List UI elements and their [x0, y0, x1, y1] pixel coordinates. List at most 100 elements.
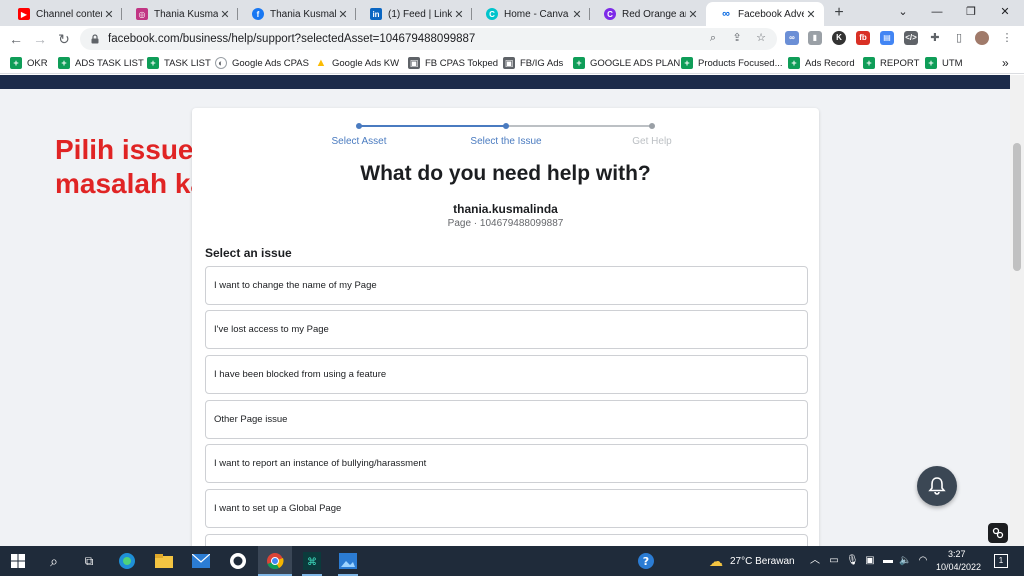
chevron-up-icon[interactable]: ︿ — [809, 555, 821, 567]
issue-option-blocked-feature[interactable]: I have been blocked from using a feature — [205, 355, 808, 394]
bookmark-google-ads-plan[interactable]: + GOOGLE ADS PLAN — [573, 56, 680, 70]
svg-text:?: ? — [643, 555, 649, 568]
windows-start-icon[interactable] — [8, 551, 28, 571]
browser-toolbar: ← → ↻ facebook.com/business/help/support… — [0, 26, 1024, 52]
microphone-icon[interactable]: 🎙 — [846, 555, 859, 567]
sheets-icon: + — [10, 57, 22, 69]
more-bookmarks-button[interactable]: » — [1002, 56, 1009, 70]
notification-center-icon[interactable]: 1 — [994, 554, 1008, 568]
bookmark-ads-task-list[interactable]: + ADS TASK LIST — [58, 56, 144, 70]
menu-dots-icon[interactable]: ⋮ — [1000, 31, 1014, 45]
battery-icon[interactable]: ▬ — [882, 555, 894, 567]
bookmark-label: Google Ads CPAS — [232, 57, 309, 69]
back-icon[interactable]: ← — [7, 30, 25, 48]
bookmark-products-focused[interactable]: + Products Focused... — [681, 56, 782, 70]
tray-app-icon[interactable]: ▭ — [828, 555, 840, 567]
clock-date[interactable]: 10/04/2022 — [936, 562, 981, 572]
reload-icon[interactable]: ↻ — [55, 30, 73, 48]
extension-k-icon[interactable]: K — [832, 31, 846, 45]
tab-canva-design[interactable]: C Red Orange and ✕ — [590, 2, 706, 26]
tab-channel-content[interactable]: ▶ Channel content ✕ — [4, 2, 122, 26]
bookmark-fb-ig-ads[interactable]: ▣ FB/IG Ads — [503, 56, 563, 70]
forward-icon[interactable]: → — [31, 30, 49, 48]
close-icon[interactable]: ✕ — [218, 8, 232, 21]
close-icon[interactable]: ✕ — [570, 8, 584, 21]
bookmark-report[interactable]: + REPORT — [863, 56, 919, 70]
address-bar[interactable]: facebook.com/business/help/support?selec… — [80, 28, 777, 50]
close-icon[interactable]: ✕ — [102, 8, 116, 21]
sheets-icon: + — [147, 57, 159, 69]
step-dot-1 — [356, 123, 362, 129]
link-icon — [992, 527, 1004, 539]
extension-code-icon[interactable]: </> — [904, 31, 918, 45]
extension-chart-icon[interactable]: ▮ — [808, 31, 822, 45]
chrome-icon[interactable] — [265, 551, 285, 571]
meta-icon: ∞ — [720, 8, 732, 20]
bookmark-label: GOOGLE ADS PLAN — [590, 57, 681, 69]
mail-icon[interactable] — [191, 551, 211, 571]
clock-time[interactable]: 3:27 — [948, 549, 966, 559]
tab-instagram[interactable]: ◎ Thania Kusmalind ✕ — [122, 2, 238, 26]
issue-option-change-name[interactable]: I want to change the name of my Page — [205, 266, 808, 305]
issue-option-next[interactable] — [205, 534, 808, 546]
bookmark-google-ads-cpas[interactable]: ◐ Google Ads CPAS — [215, 56, 309, 70]
photos-icon[interactable] — [338, 551, 358, 571]
bookmark-ads-record[interactable]: + Ads Record — [788, 56, 855, 70]
step-select-asset[interactable]: Select Asset — [299, 136, 419, 147]
extension-link-icon[interactable]: ∞ — [785, 31, 799, 45]
extension-fb-icon[interactable]: fb — [856, 31, 870, 45]
sheets-icon: + — [58, 57, 70, 69]
issue-option-other[interactable]: Other Page issue — [205, 400, 808, 439]
slides-icon: ▣ — [408, 57, 420, 69]
bookmark-okr[interactable]: + OKR — [10, 56, 48, 70]
share-icon[interactable]: ⇪ — [730, 31, 744, 45]
issue-option-global-page[interactable]: I want to set up a Global Page — [205, 489, 808, 528]
tab-title: Red Orange and — [622, 8, 686, 20]
search-icon[interactable]: ⌕ — [44, 551, 64, 571]
tab-canva-home[interactable]: C Home - Canva ✕ — [472, 2, 590, 26]
app-circle-icon[interactable] — [228, 551, 248, 571]
close-icon[interactable]: ✕ — [804, 8, 818, 21]
close-window-button[interactable]: ✕ — [988, 0, 1022, 26]
weather-icon[interactable]: ☁ — [706, 551, 726, 571]
bookmark-utm[interactable]: + UTM — [925, 56, 963, 70]
close-icon[interactable]: ✕ — [686, 8, 700, 21]
step-select-issue[interactable]: Select the Issue — [446, 136, 566, 147]
weather-text[interactable]: 27°C Berawan — [730, 556, 795, 567]
tab-search-icon[interactable]: ⌄ — [886, 0, 920, 26]
link-icon-button[interactable] — [988, 523, 1008, 543]
zoom-icon[interactable]: ⌕ — [706, 31, 720, 45]
bookmark-google-ads-kw[interactable]: ▲ Google Ads KW — [315, 56, 399, 70]
close-icon[interactable]: ✕ — [452, 8, 466, 21]
tab-facebook-ads[interactable]: ∞ Facebook Adverti ✕ — [706, 2, 824, 26]
restore-button[interactable]: ❐ — [954, 0, 988, 26]
page-scrollbar[interactable] — [1010, 75, 1024, 546]
profile-avatar-icon[interactable] — [975, 31, 989, 45]
help-icon[interactable]: ? — [636, 551, 656, 571]
scrollbar-thumb[interactable] — [1013, 143, 1021, 271]
wifi-icon[interactable]: ◠ — [917, 555, 929, 567]
side-panel-icon[interactable]: ▯ — [952, 31, 966, 45]
tray-display-icon[interactable]: ▣ — [864, 555, 876, 567]
tab-facebook-profile[interactable]: f Thania Kusmalind ✕ — [238, 2, 356, 26]
new-tab-button[interactable]: + — [830, 4, 848, 22]
bookmark-label: TASK LIST — [164, 57, 211, 69]
extensions-puzzle-icon[interactable]: ✚ — [928, 31, 942, 45]
volume-icon[interactable]: 🔈 — [899, 555, 911, 567]
minimize-button[interactable]: — — [920, 0, 954, 26]
file-explorer-icon[interactable] — [154, 551, 174, 571]
globe-icon: ◐ — [215, 57, 227, 69]
tab-linkedin[interactable]: in (1) Feed | Linked ✕ — [356, 2, 472, 26]
bookmark-star-icon[interactable]: ☆ — [754, 31, 768, 45]
edge-icon[interactable] — [117, 551, 137, 571]
close-icon[interactable]: ✕ — [336, 8, 350, 21]
linkedin-icon: in — [370, 8, 382, 20]
issue-option-lost-access[interactable]: I've lost access to my Page — [205, 310, 808, 349]
app-teal-icon[interactable]: ⌘ — [302, 551, 322, 571]
extension-docs-icon[interactable]: ▤ — [880, 31, 894, 45]
bookmark-fb-cpas-tokped[interactable]: ▣ FB CPAS Tokped — [408, 56, 498, 70]
issue-option-report-bullying[interactable]: I want to report an instance of bullying… — [205, 444, 808, 483]
notification-bell-button[interactable] — [917, 466, 957, 506]
bookmark-task-list[interactable]: + TASK LIST — [147, 56, 211, 70]
task-view-icon[interactable]: ⧉ — [79, 551, 99, 571]
